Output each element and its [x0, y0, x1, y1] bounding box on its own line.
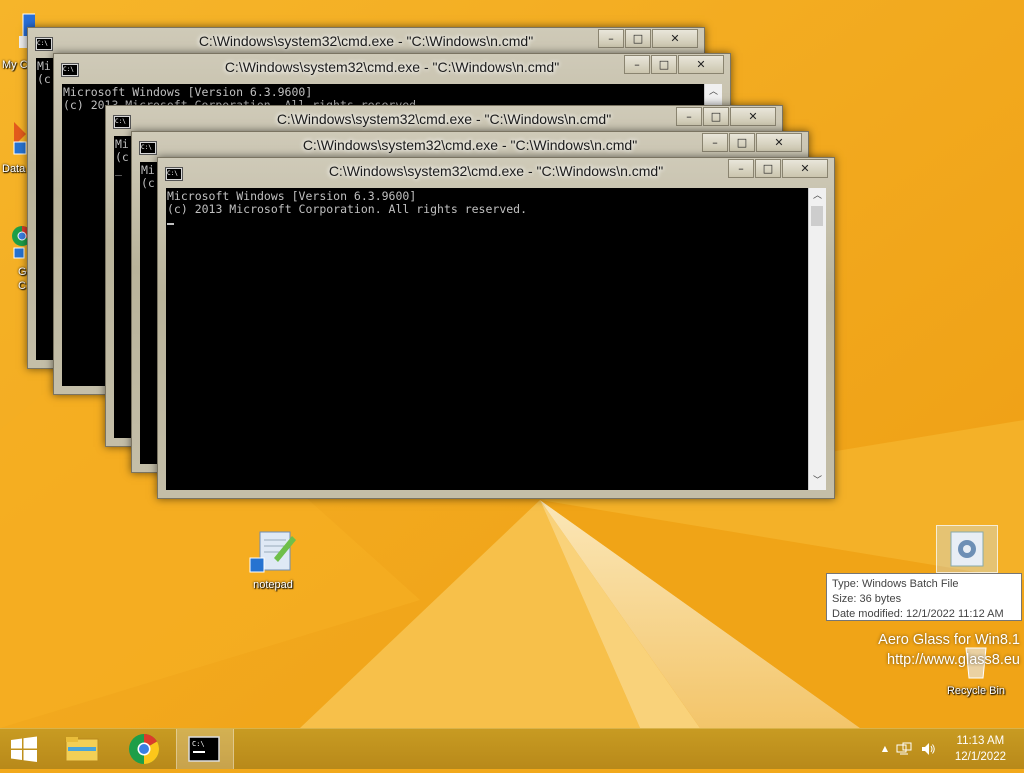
- minimize-button[interactable]: –: [624, 55, 650, 74]
- minimize-button[interactable]: –: [598, 29, 624, 48]
- tooltip-type: Type: Windows Batch File: [832, 578, 959, 590]
- title-bar[interactable]: C:\ C:\Windows\system32\cmd.exe - "C:\Wi…: [158, 158, 834, 186]
- aero-glass-watermark: Aero Glass for Win8.1 http://www.glass8.…: [878, 630, 1020, 670]
- desktop-icon-label: My C: [2, 59, 28, 71]
- system-clock[interactable]: 11:13 AM 12/1/2022: [955, 733, 1006, 765]
- windows-logo-icon: [11, 736, 37, 762]
- maximize-button[interactable]: □: [625, 29, 651, 48]
- clock-date: 12/1/2022: [954, 751, 1006, 763]
- file-info-tooltip: Type: Windows Batch File Size: 36 bytes …: [826, 573, 1022, 621]
- console-line: Microsoft Windows [Version 6.3.9600]: [167, 189, 417, 203]
- scroll-up-arrow-icon[interactable]: ︿: [809, 188, 826, 205]
- cmd-window-5[interactable]: C:\ C:\Windows\system32\cmd.exe - "C:\Wi…: [157, 157, 835, 499]
- desktop-icon-label: Data: [2, 163, 26, 175]
- desktop-icon-chrome[interactable]: G C: [0, 220, 32, 292]
- maximize-button[interactable]: □: [729, 133, 755, 152]
- scroll-up-arrow-icon[interactable]: ︿: [705, 84, 722, 101]
- tooltip-date-modified: Date modified: 12/1/2022 11:12 AM: [832, 608, 1004, 620]
- close-button[interactable]: ✕: [782, 159, 828, 178]
- vertical-scrollbar[interactable]: ︿ ﹀: [808, 188, 826, 490]
- text-cursor: [167, 223, 174, 225]
- scroll-thumb[interactable]: [811, 206, 823, 226]
- network-icon[interactable]: [896, 741, 912, 760]
- chrome-icon: [129, 734, 160, 764]
- desktop-icon-data[interactable]: Data: [0, 118, 30, 175]
- taskbar: C:\ ▲ 11:13 AM 12/1/2022: [0, 728, 1024, 769]
- notepad-icon: [249, 531, 296, 573]
- close-button[interactable]: ✕: [652, 29, 698, 48]
- folder-icon: [65, 737, 99, 762]
- shortcut-icon: [13, 122, 27, 155]
- close-button[interactable]: ✕: [730, 107, 776, 126]
- close-button[interactable]: ✕: [756, 133, 802, 152]
- minimize-button[interactable]: –: [676, 107, 702, 126]
- clock-time: 11:13 AM: [956, 735, 1005, 747]
- start-button[interactable]: [0, 729, 48, 769]
- title-bar[interactable]: C:\ C:\Windows\system32\cmd.exe - "C:\Wi…: [106, 106, 782, 134]
- console-line: Microsoft Windows [Version 6.3.9600]: [63, 85, 313, 99]
- title-bar[interactable]: C:\ C:\Windows\system32\cmd.exe - "C:\Wi…: [28, 28, 704, 56]
- volume-icon[interactable]: [920, 741, 936, 760]
- taskbar-chrome[interactable]: [116, 729, 172, 769]
- desktop-icon-label: Recycle Bin: [946, 685, 1006, 697]
- watermark-line-1: Aero Glass for Win8.1: [878, 632, 1020, 648]
- maximize-button[interactable]: □: [651, 55, 677, 74]
- maximize-button[interactable]: □: [755, 159, 781, 178]
- scroll-down-arrow-icon[interactable]: ﹀: [809, 473, 826, 490]
- gear-icon: [950, 531, 984, 567]
- close-button[interactable]: ✕: [678, 55, 724, 74]
- console-output[interactable]: Microsoft Windows [Version 6.3.9600] (c) …: [166, 188, 808, 490]
- watermark-line-2: http://www.glass8.eu: [887, 652, 1020, 668]
- console-cursor-line: [167, 215, 808, 228]
- minimize-button[interactable]: –: [702, 133, 728, 152]
- svg-text:C:\: C:\: [192, 740, 205, 748]
- desktop-icon-batch-file[interactable]: [936, 525, 998, 573]
- desktop-icon-label: notepad: [253, 579, 293, 591]
- desktop-icon-label: G: [18, 266, 27, 278]
- desktop-icon-notepad[interactable]: notepad: [244, 528, 302, 591]
- chrome-icon: [12, 226, 32, 259]
- minimize-button[interactable]: –: [728, 159, 754, 178]
- taskbar-cmd[interactable]: C:\: [176, 729, 234, 769]
- cmd-icon: C:\: [188, 736, 220, 762]
- show-hidden-icons-button[interactable]: ▲: [882, 744, 888, 753]
- taskbar-file-explorer[interactable]: [54, 729, 110, 769]
- title-bar[interactable]: C:\ C:\Windows\system32\cmd.exe - "C:\Wi…: [54, 54, 730, 82]
- desktop-icon-label: C: [18, 280, 26, 292]
- console-line: (c) 2013 Microsoft Corporation. All righ…: [167, 201, 528, 216]
- title-bar[interactable]: C:\ C:\Windows\system32\cmd.exe - "C:\Wi…: [132, 132, 808, 160]
- maximize-button[interactable]: □: [703, 107, 729, 126]
- tooltip-size: Size: 36 bytes: [832, 593, 902, 605]
